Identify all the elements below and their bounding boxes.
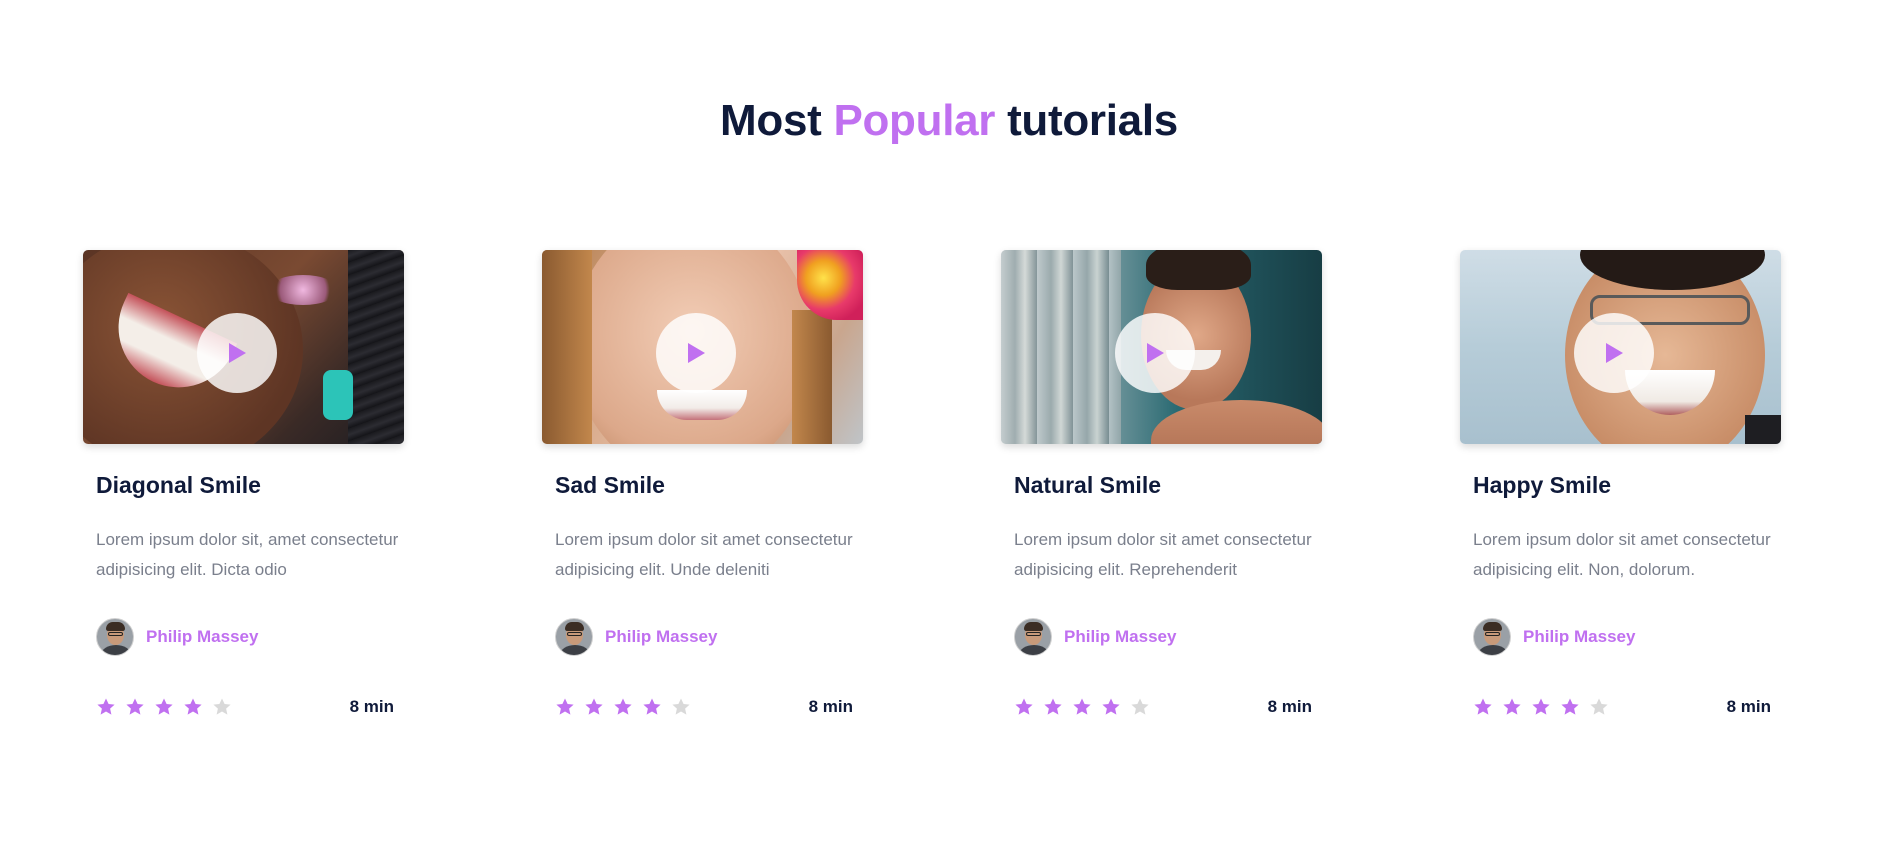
star-filled-icon — [1474, 698, 1492, 715]
duration-label: 8 min — [1726, 697, 1771, 716]
tutorials-section: Most Popular tutorials Diagonal Smile Lo… — [0, 0, 1898, 867]
play-button[interactable] — [197, 313, 277, 393]
play-icon — [1606, 343, 1623, 363]
star-filled-icon — [155, 698, 173, 715]
card-description: Lorem ipsum dolor sit amet consectetur a… — [555, 530, 853, 579]
heading-accent: Popular — [833, 96, 996, 145]
star-filled-icon — [1503, 698, 1521, 715]
author-name[interactable]: Philip Massey — [146, 627, 258, 647]
play-icon — [229, 343, 246, 363]
card-author[interactable]: Philip Massey — [1473, 618, 1635, 656]
tutorial-card[interactable]: Diagonal Smile Lorem ipsum dolor sit, am… — [83, 250, 404, 730]
card-title[interactable]: Diagonal Smile — [96, 472, 261, 499]
tutorial-card[interactable]: Happy Smile Lorem ipsum dolor sit amet c… — [1460, 250, 1781, 730]
card-meta: 8 min — [555, 695, 853, 719]
video-thumbnail[interactable] — [1001, 250, 1322, 444]
star-empty-icon — [672, 698, 690, 715]
author-name[interactable]: Philip Massey — [1523, 627, 1635, 647]
thumbnail-city-blur — [1001, 250, 1121, 444]
star-filled-icon — [585, 698, 603, 715]
avatar — [555, 618, 593, 656]
thumbnail-eye — [268, 275, 338, 305]
thumbnail-shoulder — [1151, 400, 1322, 444]
duration-label: 8 min — [349, 697, 394, 716]
author-name[interactable]: Philip Massey — [1064, 627, 1176, 647]
tutorial-card[interactable]: Sad Smile Lorem ipsum dolor sit amet con… — [542, 250, 863, 730]
card-meta: 8 min — [1473, 695, 1771, 719]
play-icon — [688, 343, 705, 363]
duration-label: 8 min — [1267, 697, 1312, 716]
thumbnail-hair — [1146, 250, 1251, 290]
star-filled-icon — [1102, 698, 1120, 715]
avatar — [96, 618, 134, 656]
star-filled-icon — [1561, 698, 1579, 715]
star-filled-icon — [184, 698, 202, 715]
star-empty-icon — [1590, 698, 1608, 715]
rating-stars — [1473, 697, 1618, 717]
star-filled-icon — [556, 698, 574, 715]
card-description: Lorem ipsum dolor sit amet consectetur a… — [1473, 530, 1771, 579]
thumbnail-teal-accent — [323, 370, 353, 420]
play-button[interactable] — [1115, 313, 1195, 393]
star-filled-icon — [614, 698, 632, 715]
thumbnail-braids — [348, 250, 404, 444]
rating-stars — [1014, 697, 1159, 717]
video-thumbnail[interactable] — [1460, 250, 1781, 444]
thumbnail-hair-right — [792, 310, 832, 444]
card-title[interactable]: Sad Smile — [555, 472, 665, 499]
card-meta: 8 min — [1014, 695, 1312, 719]
avatar — [1473, 618, 1511, 656]
card-description: Lorem ipsum dolor sit amet consectetur a… — [1014, 530, 1312, 579]
card-author[interactable]: Philip Massey — [555, 618, 717, 656]
play-icon — [1147, 343, 1164, 363]
star-filled-icon — [1015, 698, 1033, 715]
video-thumbnail[interactable] — [542, 250, 863, 444]
avatar — [1014, 618, 1052, 656]
duration-label: 8 min — [808, 697, 853, 716]
rating-stars — [555, 697, 700, 717]
star-filled-icon — [1044, 698, 1062, 715]
play-button[interactable] — [656, 313, 736, 393]
rating-stars — [96, 697, 241, 717]
star-filled-icon — [1532, 698, 1550, 715]
card-title[interactable]: Natural Smile — [1014, 472, 1161, 499]
star-empty-icon — [1131, 698, 1149, 715]
section-heading: Most Popular tutorials — [0, 96, 1898, 146]
tutorial-card-list: Diagonal Smile Lorem ipsum dolor sit, am… — [83, 250, 1783, 730]
card-author[interactable]: Philip Massey — [96, 618, 258, 656]
thumbnail-hair-left — [542, 250, 592, 444]
card-description: Lorem ipsum dolor sit, amet consectetur … — [96, 530, 399, 579]
heading-suffix: tutorials — [995, 96, 1178, 145]
star-filled-icon — [97, 698, 115, 715]
star-filled-icon — [1073, 698, 1091, 715]
thumbnail-shirt — [1745, 415, 1781, 444]
card-author[interactable]: Philip Massey — [1014, 618, 1176, 656]
star-empty-icon — [213, 698, 231, 715]
star-filled-icon — [126, 698, 144, 715]
author-name[interactable]: Philip Massey — [605, 627, 717, 647]
video-thumbnail[interactable] — [83, 250, 404, 444]
play-button[interactable] — [1574, 313, 1654, 393]
star-filled-icon — [643, 698, 661, 715]
tutorial-card[interactable]: Natural Smile Lorem ipsum dolor sit amet… — [1001, 250, 1322, 730]
card-title[interactable]: Happy Smile — [1473, 472, 1611, 499]
card-meta: 8 min — [96, 695, 394, 719]
heading-prefix: Most — [720, 96, 834, 145]
